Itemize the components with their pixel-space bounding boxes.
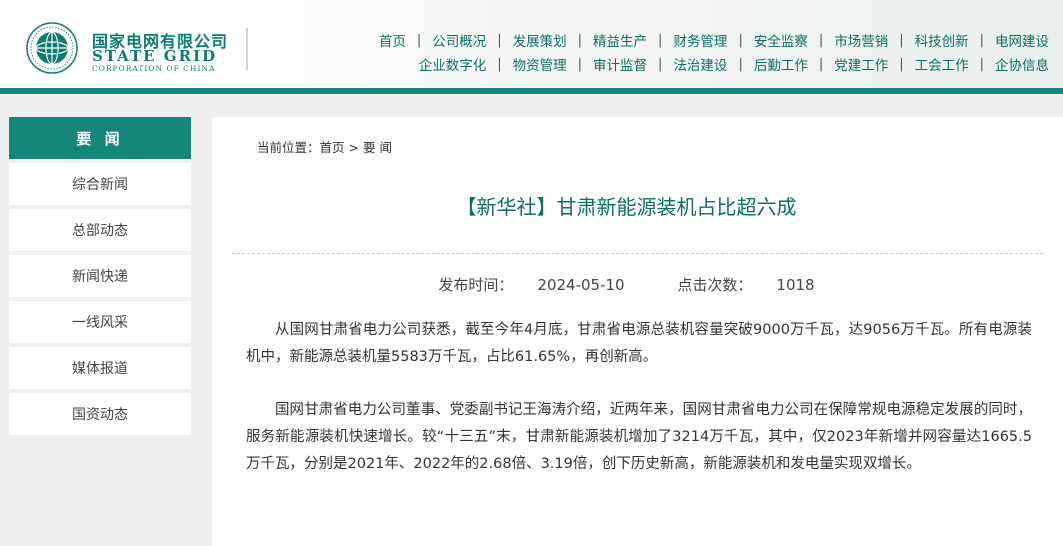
nav-item-safety[interactable]: 安全监察 xyxy=(754,30,808,50)
nav-item-union[interactable]: 工会工作 xyxy=(915,54,969,74)
logo-divider xyxy=(246,28,248,70)
nav-separator: | xyxy=(979,56,984,72)
title-divider xyxy=(232,253,1043,254)
nav-item-lean-production[interactable]: 精益生产 xyxy=(593,30,647,50)
nav-separator: | xyxy=(577,56,583,72)
nav-item-materials[interactable]: 物资管理 xyxy=(513,54,567,74)
nav-item-legal[interactable]: 法治建设 xyxy=(673,54,727,74)
nav-separator: | xyxy=(818,56,824,72)
breadcrumb-home-link[interactable]: 首页 xyxy=(320,140,345,155)
clicks-label: 点击次数： xyxy=(677,276,753,294)
nav-separator: | xyxy=(658,56,663,72)
nav-separator: | xyxy=(577,32,583,48)
nav-item-logistics[interactable]: 后勤工作 xyxy=(754,54,808,74)
sidebar: 要 闻 综合新闻 总部动态 新闻快递 一线风采 媒体报道 国资动态 xyxy=(9,117,191,435)
logo-english-name: STATE GRID xyxy=(92,47,218,65)
sidebar-item-sasac-updates[interactable]: 国资动态 xyxy=(9,393,191,435)
article-paragraph: 从国网甘肃省电力公司获悉，截至今年4月底，甘肃省电源总装机容量突破9000万千瓦… xyxy=(246,322,1032,365)
breadcrumb-current[interactable]: 要 闻 xyxy=(363,140,392,155)
click-count: 1018 xyxy=(776,276,815,294)
site-logo[interactable]: 国家电网有限公司 STATE GRID CORPORATION OF CHINA xyxy=(26,22,236,76)
sidebar-item-news-express[interactable]: 新闻快递 xyxy=(9,255,191,297)
sidebar-item-media-reports[interactable]: 媒体报道 xyxy=(9,347,191,389)
article-title: 【新华社】甘肃新能源装机占比超六成 xyxy=(456,195,797,219)
nav-separator: | xyxy=(899,56,904,72)
nav-item-home[interactable]: 首页 xyxy=(379,30,406,50)
nav-separator: | xyxy=(658,32,663,48)
publish-label: 发布时间： xyxy=(438,276,514,294)
nav-separator: | xyxy=(416,32,422,48)
nav-separator: | xyxy=(979,32,984,48)
breadcrumb-prefix: 当前位置： xyxy=(257,140,320,155)
breadcrumb: 当前位置：首页 > 要 闻 xyxy=(257,137,392,156)
state-grid-emblem-icon xyxy=(26,22,78,74)
nav-item-innovation[interactable]: 科技创新 xyxy=(915,30,969,50)
nav-item-development-planning[interactable]: 发展策划 xyxy=(513,30,567,50)
publish-info: 发布时间： 2024-05-10 xyxy=(426,276,636,294)
nav-row-2: 企业数字化 | 物资管理 | 审计监督 | 法治建设 | 后勤工作 | 党建工作… xyxy=(279,52,1049,76)
nav-item-marketing[interactable]: 市场营销 xyxy=(834,30,888,50)
nav-item-company-overview[interactable]: 公司概况 xyxy=(432,30,486,50)
article-meta: 发布时间： 2024-05-10 点击次数： 1018 xyxy=(212,274,1041,295)
publish-date: 2024-05-10 xyxy=(537,276,625,294)
sidebar-title[interactable]: 要 闻 xyxy=(9,117,191,159)
nav-separator: | xyxy=(738,56,743,72)
nav-row-1: 首页 | 公司概况 | 发展策划 | 精益生产 | 财务管理 | 安全监察 | … xyxy=(279,28,1049,52)
nav-item-grid-construction[interactable]: 电网建设 xyxy=(995,30,1049,50)
sidebar-item-hq-updates[interactable]: 总部动态 xyxy=(9,209,191,251)
main-nav: 首页 | 公司概况 | 发展策划 | 精益生产 | 财务管理 | 安全监察 | … xyxy=(279,28,1049,76)
sidebar-item-general-news[interactable]: 综合新闻 xyxy=(9,163,191,205)
article-panel: 当前位置：首页 > 要 闻 【新华社】甘肃新能源装机占比超六成 发布时间： 202… xyxy=(212,117,1063,546)
nav-item-finance[interactable]: 财务管理 xyxy=(673,30,727,50)
nav-separator: | xyxy=(899,32,904,48)
sidebar-item-frontline[interactable]: 一线风采 xyxy=(9,301,191,343)
logo-english-subtitle: CORPORATION OF CHINA xyxy=(92,64,216,73)
breadcrumb-arrow: > xyxy=(348,140,359,155)
nav-separator: | xyxy=(497,56,502,72)
nav-item-party-building[interactable]: 党建工作 xyxy=(834,54,888,74)
nav-item-digitalization[interactable]: 企业数字化 xyxy=(419,54,487,74)
nav-separator: | xyxy=(738,32,743,48)
nav-item-audit[interactable]: 审计监督 xyxy=(593,54,647,74)
click-info: 点击次数： 1018 xyxy=(665,276,826,294)
nav-separator: | xyxy=(818,32,824,48)
nav-separator: | xyxy=(497,32,502,48)
article-paragraph: 国网甘肃省电力公司董事、党委副书记王海涛介绍，近两年来，国网甘肃省电力公司在保障… xyxy=(246,402,1032,472)
nav-item-enterprise-association[interactable]: 企协信息 xyxy=(995,54,1049,74)
site-header: 国家电网有限公司 STATE GRID CORPORATION OF CHINA… xyxy=(0,0,1063,88)
